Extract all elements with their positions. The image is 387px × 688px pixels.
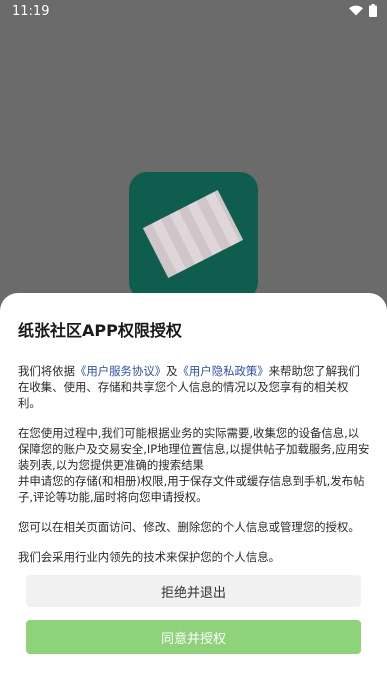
app-logo (142, 189, 244, 279)
status-bar: 11:19 (0, 0, 387, 24)
dialog-title: 纸张社区APP权限授权 (18, 321, 182, 340)
status-time: 11:19 (12, 4, 50, 19)
permission-dialog: 纸张社区APP权限授权 我们将依据《用户服务协议》及《用户隐私政策》来帮助您了解… (0, 293, 387, 688)
storage-permission-text: 并申请您的存储(和相册)权限,用于保存文件或缓存信息到手机,发布帖子,评论等功能… (18, 474, 365, 504)
user-agreement-link[interactable]: 《用户服务协议》 (75, 364, 166, 378)
paragraph-data-collection: 在您使用过程中,我们可能根据业务的实际需要,收集您的设备信息,以保障您的账户及交… (18, 425, 370, 505)
status-icons (349, 4, 377, 17)
collection-text: 在您使用过程中,我们可能根据业务的实际需要,收集您的设备信息,以保障您的账户及交… (18, 426, 370, 472)
privacy-policy-link[interactable]: 《用户隐私政策》 (178, 364, 269, 378)
reject-and-exit-button[interactable]: 拒绝并退出 (26, 575, 361, 607)
paragraph-intro: 我们将依据《用户服务协议》及《用户隐私政策》来帮助您了解我们在收集、使用、存储和… (18, 363, 370, 411)
wifi-icon (349, 5, 363, 16)
intro-connector: 及 (166, 364, 178, 378)
paragraph-protection: 我们会采用行业内领先的技术来保护您的个人信息。 (18, 550, 280, 564)
app-icon (129, 172, 258, 300)
agree-and-authorize-button[interactable]: 同意并授权 (26, 620, 361, 654)
battery-icon (369, 4, 377, 17)
intro-prefix: 我们将依据 (18, 364, 75, 378)
dialog-body: 我们将依据《用户服务协议》及《用户隐私政策》来帮助您了解我们在收集、使用、存储和… (18, 363, 370, 579)
paragraph-user-rights: 您可以在相关页面访问、修改、删除您的个人信息或管理您的授权。 (18, 520, 360, 534)
